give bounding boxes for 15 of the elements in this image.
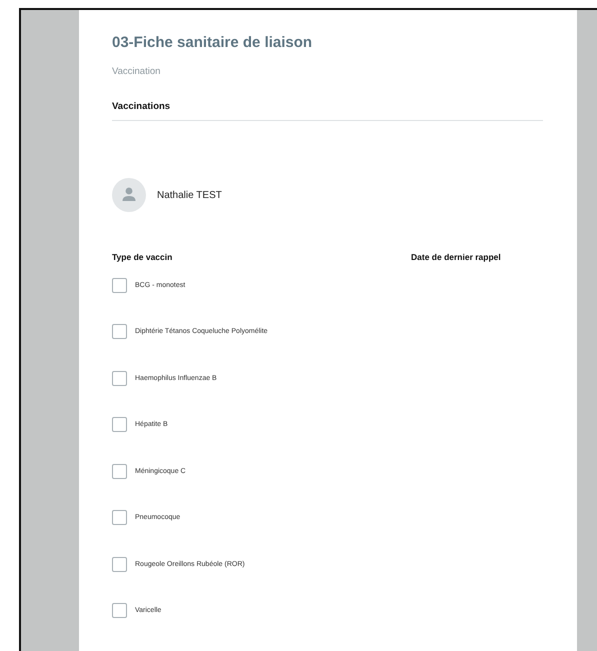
checkbox[interactable]: [112, 603, 127, 618]
form-subtitle: Vaccination: [112, 66, 162, 77]
checkbox[interactable]: [112, 417, 127, 432]
checkbox[interactable]: [112, 278, 127, 293]
checkbox[interactable]: [112, 324, 127, 340]
checkbox[interactable]: [112, 556, 127, 572]
checkbox[interactable]: [112, 510, 127, 526]
person-name: Nathalie TEST: [157, 190, 222, 200]
column-header: Type de vaccin: [112, 252, 174, 262]
section-heading: Vaccinations: [112, 101, 172, 112]
form-title: 03-Fiche sanitaire de liaison: [112, 34, 314, 53]
checkbox[interactable]: [112, 370, 127, 386]
checkbox[interactable]: [112, 464, 127, 479]
column-header: Date de dernier rappel: [411, 252, 501, 262]
avatar-icon: [112, 178, 146, 212]
